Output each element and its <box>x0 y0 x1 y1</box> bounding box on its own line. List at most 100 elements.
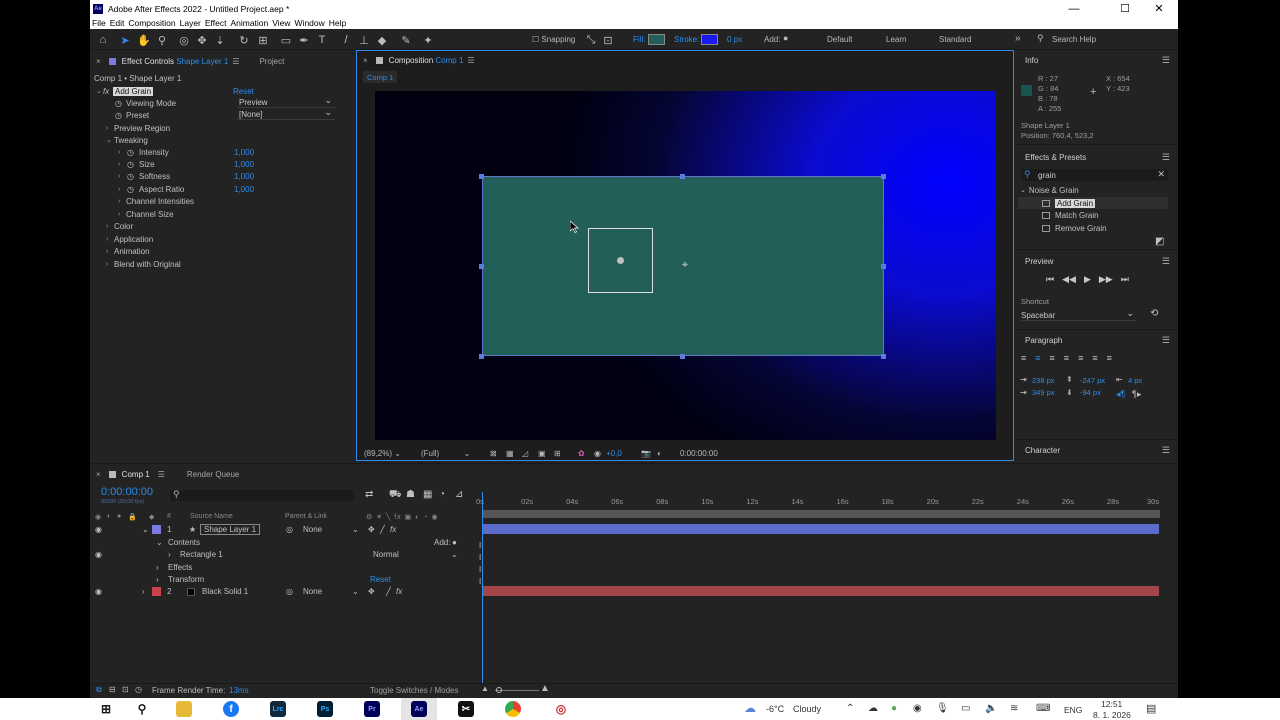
preset-dropdown[interactable]: [None] <box>237 107 335 120</box>
aspect-ratio-value[interactable]: 1,000 <box>234 185 254 194</box>
close-icon[interactable]: × <box>96 57 101 66</box>
align-right-icon[interactable]: ≡ <box>1050 353 1055 363</box>
roto-brush-icon[interactable]: ✎ <box>398 32 414 48</box>
toggle-switches-modes[interactable]: Toggle Switches / Modes <box>370 686 459 695</box>
first-frame-icon[interactable]: ⏮ <box>1046 274 1054 285</box>
justify-center-icon[interactable]: ≡ <box>1078 353 1083 363</box>
transform-handle[interactable] <box>881 174 886 179</box>
panel-menu-icon[interactable]: ☰ <box>232 57 239 66</box>
mask-visibility-icon[interactable]: ◿ <box>522 449 528 458</box>
monitor-icon[interactable]: ▭ <box>961 703 970 714</box>
windows-start-icon[interactable]: ⊞ <box>98 701 114 717</box>
tab-comp-1[interactable]: Comp 1 <box>122 470 150 479</box>
viewer-timecode[interactable]: 0:00:00:00 <box>680 449 718 458</box>
wifi-icon[interactable]: ≋ <box>1010 703 1018 714</box>
weather-cloud-icon[interactable]: ☁ <box>744 701 756 715</box>
previous-frame-icon[interactable]: ◀◀ <box>1062 274 1076 285</box>
panel-menu-icon[interactable]: ☰ <box>1162 335 1170 346</box>
effect-item-remove-grain[interactable]: Remove Grain <box>1018 222 1168 234</box>
stopwatch-icon[interactable]: ◷ <box>127 160 134 169</box>
fx-icon[interactable]: fx <box>103 87 109 96</box>
eye-icon[interactable]: ◉ <box>95 550 102 559</box>
chevron-right-icon[interactable]: › <box>106 223 108 230</box>
color-row[interactable]: › Color <box>90 220 354 232</box>
zoom-out-icon[interactable]: ▲ <box>481 684 489 693</box>
exposure-value[interactable]: +0,0 <box>606 449 622 458</box>
intensity-value[interactable]: 1,000 <box>234 148 254 157</box>
pen-tool-icon[interactable]: ✒ <box>296 32 312 48</box>
stopwatch-icon[interactable]: ◷ <box>127 148 134 157</box>
photoshop-icon[interactable]: Ps <box>317 701 333 717</box>
panel-menu-icon[interactable]: ☰ <box>1162 55 1170 66</box>
pan-camera-icon[interactable]: ✥ <box>194 32 210 48</box>
chrome-icon[interactable] <box>505 701 521 717</box>
indent-left-value[interactable]: 238 px <box>1032 376 1055 385</box>
playhead[interactable] <box>482 492 483 684</box>
volume-icon[interactable]: 🔈 <box>985 703 997 714</box>
frame-blending-icon[interactable]: ▦ <box>423 489 432 500</box>
add-menu-icon[interactable]: ● <box>452 538 457 547</box>
keyboard-icon[interactable]: ⌨ <box>1036 703 1050 714</box>
play-icon[interactable]: ▶ <box>1084 274 1091 285</box>
chevron-down-icon[interactable]: ⌄ <box>106 136 112 144</box>
tray-cloud-icon[interactable]: ☁ <box>868 703 878 714</box>
recorder-icon[interactable]: ◎ <box>553 701 569 717</box>
chevron-down-icon[interactable]: ⌄ <box>156 538 163 547</box>
chevron-down-icon[interactable]: ⌄ <box>451 550 458 559</box>
menu-edit[interactable]: Edit <box>110 18 125 28</box>
zoom-in-icon[interactable]: ▲ <box>540 683 550 694</box>
menu-effect[interactable]: Effect <box>205 18 227 28</box>
in-out-icon[interactable]: ⊡ <box>122 685 129 694</box>
chevron-right-icon[interactable]: › <box>156 575 159 584</box>
work-area-bar[interactable] <box>482 510 1160 518</box>
weather-temp[interactable]: -6°C <box>766 704 784 714</box>
layer-2-track[interactable] <box>482 586 1159 596</box>
motion-blur-icon[interactable]: ◔ <box>439 489 445 500</box>
preview-region-row[interactable]: › Preview Region <box>90 122 354 134</box>
chevron-right-icon[interactable]: › <box>118 198 120 205</box>
zoom-dropdown[interactable]: (89,2%) ⌄ <box>364 449 401 458</box>
chevron-right-icon[interactable]: › <box>106 236 108 243</box>
col-source-name[interactable]: Source Name <box>190 513 233 520</box>
tab-effect-controls[interactable]: Effect Controls Shape Layer 1 <box>122 57 229 66</box>
size-value[interactable]: 1,000 <box>234 160 254 169</box>
pickwhip-icon[interactable]: ◎ <box>286 525 293 534</box>
chevron-down-icon[interactable]: ⌄ <box>1020 186 1026 194</box>
justify-all-icon[interactable]: ≡ <box>1107 353 1112 363</box>
softness-value[interactable]: 1,000 <box>234 172 254 181</box>
fill-swatch[interactable] <box>648 34 665 45</box>
lightroom-classic-icon[interactable]: Lrc <box>270 701 286 717</box>
menu-view[interactable]: View <box>272 18 290 28</box>
shy-switch-icon[interactable]: ✥ <box>368 525 375 534</box>
file-explorer-icon[interactable] <box>176 701 192 717</box>
transform-handle[interactable] <box>479 354 484 359</box>
blend-row[interactable]: › Blend with Original <box>90 258 354 270</box>
tab-project[interactable]: Project <box>259 57 284 66</box>
effects-row[interactable]: › Effects <box>90 562 480 574</box>
transform-handle[interactable] <box>479 174 484 179</box>
chevron-down-icon[interactable]: ⌄ <box>352 525 359 534</box>
rotation-tool-icon[interactable]: ↻ <box>236 32 252 48</box>
chevron-right-icon[interactable]: » <box>1015 33 1021 44</box>
tab-composition[interactable]: Composition Comp 1 <box>389 56 464 65</box>
transform-handle[interactable] <box>881 264 886 269</box>
clock-time[interactable]: 12:51 <box>1101 699 1122 709</box>
tray-camera-icon[interactable]: ◉ <box>913 703 922 714</box>
snapping-checkbox[interactable]: ☐ Snapping <box>532 35 575 44</box>
comp-breadcrumb-tab[interactable]: Comp 1 <box>363 71 398 83</box>
language-indicator[interactable]: ENG <box>1064 705 1082 715</box>
anchor-point-icon[interactable]: ⌖ <box>679 259 691 271</box>
chevron-right-icon[interactable]: › <box>142 587 145 596</box>
chevron-right-icon[interactable]: › <box>118 211 120 218</box>
panel-menu-icon[interactable]: ☰ <box>158 470 165 479</box>
menu-animation[interactable]: Animation <box>230 18 268 28</box>
current-timecode[interactable]: 0:00:00:00 <box>101 486 153 498</box>
tray-chevron-up-icon[interactable]: ⌃ <box>846 703 854 714</box>
new-folder-icon[interactable]: ◩ <box>1155 236 1164 247</box>
search-help-field[interactable]: Search Help <box>1052 35 1096 44</box>
layer-name[interactable]: Shape Layer 1 <box>200 524 261 535</box>
channel-intensities-row[interactable]: › Channel Intensities <box>90 195 354 207</box>
parent-dropdown[interactable]: None <box>303 587 322 596</box>
facebook-icon[interactable]: f <box>223 701 239 717</box>
space-after-value[interactable]: -94 px <box>1080 388 1101 397</box>
